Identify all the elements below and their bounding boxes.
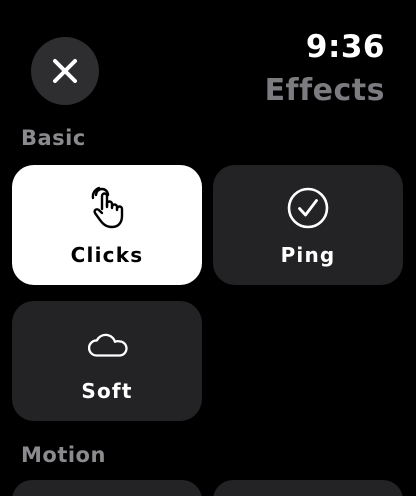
effect-label-ping: Ping xyxy=(280,243,336,267)
close-button[interactable] xyxy=(31,37,99,105)
effects-screen: 9:36 Effects Basic Clicks Ping Soft Moti… xyxy=(0,0,416,496)
effect-tile-motion-1[interactable] xyxy=(12,480,202,496)
effect-tile-ping[interactable]: Ping xyxy=(213,165,403,285)
page-title: Effects xyxy=(264,73,385,108)
checkmark-circle-icon xyxy=(285,185,331,231)
effect-label-clicks: Clicks xyxy=(70,243,144,267)
hand-tap-icon xyxy=(84,185,130,231)
effect-tile-motion-2[interactable] xyxy=(213,480,403,496)
status-time: 9:36 xyxy=(305,29,385,65)
effect-label-soft: Soft xyxy=(81,379,133,403)
effect-tile-soft[interactable]: Soft xyxy=(12,301,202,421)
cloud-icon xyxy=(84,321,130,367)
close-icon xyxy=(51,57,79,85)
section-label-motion: Motion xyxy=(21,443,106,467)
effect-tile-clicks[interactable]: Clicks xyxy=(12,165,202,285)
section-label-basic: Basic xyxy=(21,126,86,150)
